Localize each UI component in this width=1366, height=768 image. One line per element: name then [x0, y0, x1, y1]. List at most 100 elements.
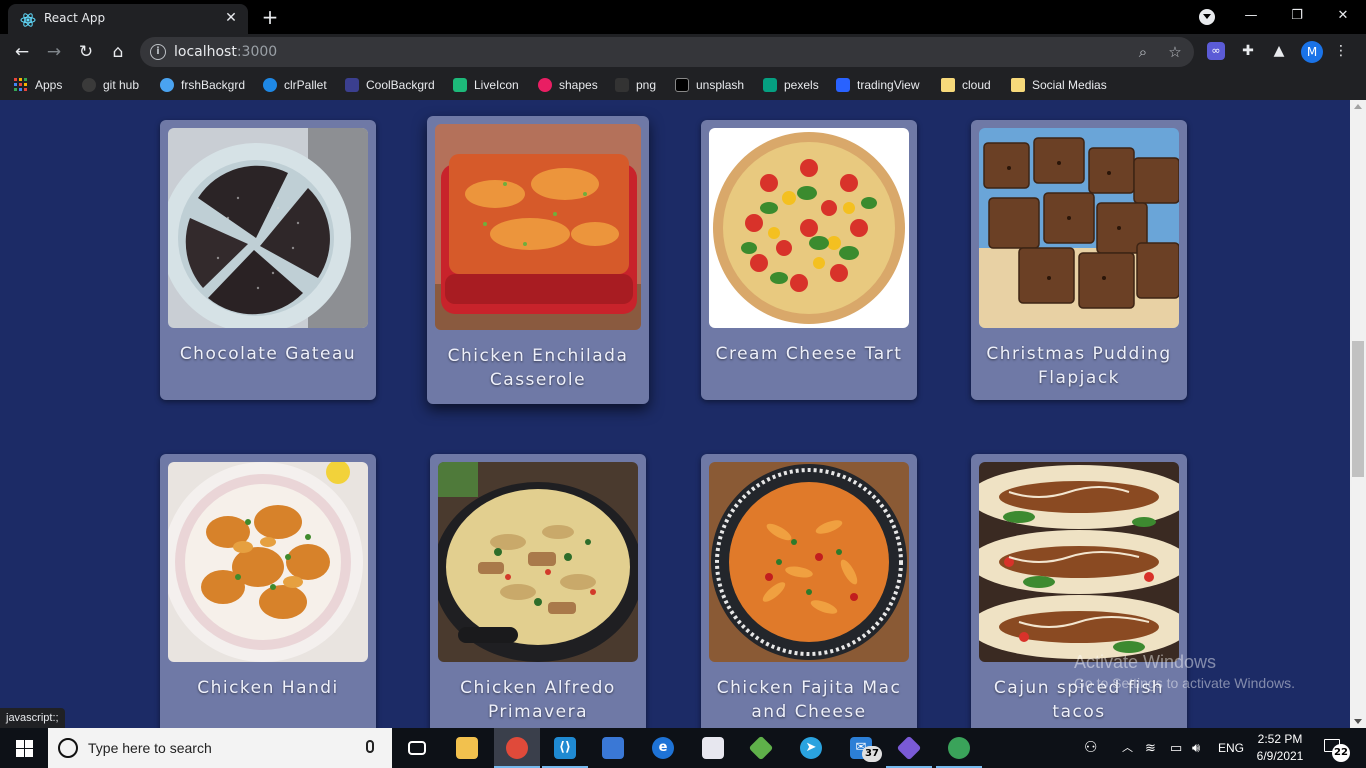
cortana-circle-icon	[58, 738, 78, 758]
taskbar-vscode[interactable]: ⟨⟩	[542, 728, 588, 768]
url-text[interactable]: localhost:3000	[174, 44, 277, 60]
recipes-page: Chocolate Gateau Chicken Enchilada Casse…	[0, 100, 1350, 728]
taskbar-chrome[interactable]	[494, 728, 540, 768]
bookmark-folder-social-medias[interactable]: Social Medias	[1011, 76, 1107, 94]
tradingview-icon	[836, 78, 850, 92]
recipe-card[interactable]: Cream Cheese Tart	[701, 120, 917, 400]
bookmark-tradingview[interactable]: tradingView	[836, 76, 919, 94]
recipe-card[interactable]: Chicken Handi	[160, 454, 376, 728]
forward-arrow-icon[interactable]: →	[42, 40, 66, 64]
scroll-down-arrow-icon[interactable]	[1354, 719, 1362, 724]
extension-app-icon[interactable]: ∞	[1207, 42, 1225, 60]
close-window-button[interactable]: ✕	[1320, 0, 1366, 32]
recipe-title: Chicken Handi	[197, 678, 339, 698]
taskbar-edge[interactable]: e	[640, 728, 686, 768]
recipe-image-chicken-alfredo-primavera	[438, 462, 638, 662]
bookmark-folder-cloud[interactable]: cloud	[941, 76, 991, 94]
taskbar-search-box[interactable]: Type here to search	[48, 728, 392, 768]
mail-unread-badge: 37	[862, 746, 882, 762]
bookmark-pexels[interactable]: pexels	[763, 76, 819, 94]
bubble-icon	[160, 78, 174, 92]
reload-icon[interactable]: ↻	[74, 40, 98, 64]
extensions-puzzle-icon[interactable]: ✚	[1239, 42, 1257, 60]
browser-toolbar: ← → ↻ ⌂ i localhost:3000 ⌕ ☆	[0, 34, 1366, 70]
taskbar-git-client[interactable]	[738, 728, 784, 768]
chrome-icon	[506, 737, 528, 759]
recipe-title: Cream Cheese Tart	[715, 344, 903, 364]
folder-icon	[1011, 78, 1025, 92]
back-arrow-icon[interactable]: ←	[10, 40, 34, 64]
recipe-image-chicken-fajita-mac-and-cheese	[709, 462, 909, 662]
menu-kebab-icon[interactable]: ⋮	[1332, 42, 1350, 60]
minimize-button[interactable]: —	[1228, 0, 1274, 32]
recipe-image-cajun-spiced-fish-tacos	[979, 462, 1179, 662]
bookmark-png[interactable]: png	[615, 76, 656, 94]
windows-logo-icon	[16, 740, 24, 748]
bookmark-star-icon[interactable]: ☆	[1166, 43, 1184, 61]
scroll-thumb[interactable]	[1352, 341, 1364, 477]
bookmark-apps[interactable]: Apps	[14, 76, 62, 94]
taskbar-paint[interactable]	[690, 728, 736, 768]
recipe-image-chocolate-gateau	[168, 128, 368, 328]
recipe-card[interactable]: Christmas Pudding Flapjack	[971, 120, 1187, 400]
battery-icon[interactable]: ▭	[1170, 728, 1182, 768]
bookmark-coolbackgrd[interactable]: CoolBackgrd	[345, 76, 435, 94]
taskbar-file-explorer[interactable]	[444, 728, 490, 768]
microphone-icon[interactable]	[366, 740, 374, 753]
taskbar-telegram[interactable]: ➤	[788, 728, 834, 768]
git-diamond-icon	[748, 735, 774, 761]
input-language[interactable]: ENG	[1218, 728, 1244, 768]
browser-tab[interactable]: React App ✕	[8, 4, 248, 34]
search-placeholder: Type here to search	[88, 740, 212, 756]
unsplash-icon	[675, 78, 689, 92]
taskbar-clock[interactable]: 2:52 PM 6/9/2021	[1252, 731, 1308, 765]
show-hidden-icons-chevron-icon[interactable]: ︿	[1122, 728, 1133, 768]
tab-close-icon[interactable]: ✕	[222, 9, 240, 27]
bookmark-unsplash[interactable]: unsplash	[675, 76, 744, 94]
recipe-title: Chocolate Gateau	[179, 344, 357, 364]
git-diamond-icon	[896, 735, 922, 761]
recipe-image-christmas-pudding-flapjack	[979, 128, 1179, 328]
bookmarks-bar: Apps git hub frshBackgrd clrPallet CoolB…	[0, 70, 1366, 100]
home-icon[interactable]: ⌂	[106, 40, 130, 64]
store-bag-icon	[602, 737, 624, 759]
taskbar-mail[interactable]: ✉ 37	[838, 728, 884, 768]
bookmark-frshbackgrd[interactable]: frshBackgrd	[160, 76, 245, 94]
people-icon[interactable]: ⚇	[1084, 728, 1097, 768]
windows-taskbar: Type here to search ⟨⟩ e ➤ ✉ 37 ⚇ ︿ ≋ ▭ …	[0, 728, 1366, 768]
recipe-image-cream-cheese-tart	[709, 128, 909, 328]
recipe-title: Chicken Fajita Mac and Cheese	[716, 678, 902, 722]
png-icon	[615, 78, 629, 92]
taskbar-git-client-2[interactable]	[886, 728, 932, 768]
volume-icon[interactable]: 🔊︎	[1192, 728, 1200, 768]
scroll-up-arrow-icon[interactable]	[1354, 104, 1362, 109]
recipe-card[interactable]: Chicken Alfredo Primavera	[430, 454, 646, 728]
labs-flask-icon[interactable]: ▲	[1270, 42, 1288, 60]
tab-search-icon[interactable]	[1199, 9, 1215, 25]
recipe-card[interactable]: Chicken Enchilada Casserole	[427, 116, 649, 404]
address-bar[interactable]: i localhost:3000 ⌕ ☆	[140, 37, 1194, 67]
bookmark-clrpallet[interactable]: clrPallet	[263, 76, 327, 94]
bookmark-shapes[interactable]: shapes	[538, 76, 598, 94]
action-center-button[interactable]: 22	[1320, 736, 1350, 762]
bookmark-liveicon[interactable]: LiveIcon	[453, 76, 519, 94]
recipe-image-chicken-enchilada-casserole	[435, 124, 641, 330]
site-info-icon[interactable]: i	[150, 44, 166, 60]
recipe-title: Christmas Pudding Flapjack	[986, 344, 1172, 388]
zoom-icon[interactable]: ⌕	[1134, 43, 1152, 61]
profile-avatar[interactable]: M	[1301, 41, 1323, 63]
restore-button[interactable]: ❐	[1274, 0, 1320, 32]
link-status-bubble: javascript:;	[0, 708, 65, 728]
task-view-button[interactable]	[394, 728, 440, 768]
new-tab-button[interactable]: +	[258, 6, 282, 30]
wifi-icon[interactable]: ≋	[1145, 728, 1156, 768]
taskbar-chrome-profile[interactable]	[936, 728, 982, 768]
windows-start-button[interactable]	[0, 728, 48, 768]
github-icon	[82, 78, 96, 92]
recipe-card[interactable]: Chicken Fajita Mac and Cheese	[701, 454, 917, 728]
taskbar-store[interactable]	[590, 728, 636, 768]
recipe-card[interactable]: Chocolate Gateau	[160, 120, 376, 400]
bookmark-github[interactable]: git hub	[82, 76, 139, 94]
apps-grid-icon	[14, 78, 27, 91]
page-scrollbar[interactable]	[1350, 100, 1366, 728]
